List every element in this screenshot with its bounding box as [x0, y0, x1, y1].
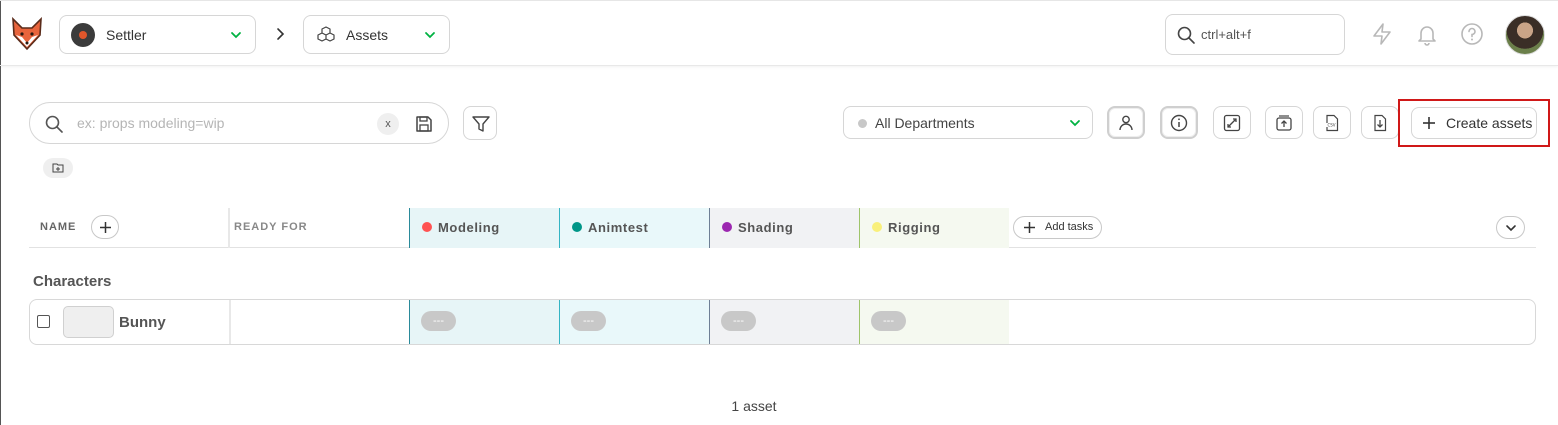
task-color-dot [572, 222, 582, 232]
assignees-toggle-button[interactable] [1107, 106, 1145, 139]
clear-search-button[interactable]: x [377, 113, 399, 135]
asset-search-box: x [29, 102, 449, 144]
section-name: Assets [346, 26, 389, 43]
task-column-shading[interactable]: Shading [709, 208, 859, 248]
task-status-cell-shading[interactable]: --- [709, 300, 859, 344]
status-pill[interactable]: --- [871, 311, 906, 331]
column-header-ready-for[interactable]: READY FOR [228, 208, 409, 248]
task-status-cell-modeling[interactable]: --- [409, 300, 559, 344]
expand-view-button[interactable] [1213, 106, 1251, 139]
task-status-cell-rigging[interactable]: --- [859, 300, 1009, 344]
asset-search-input[interactable] [77, 113, 377, 133]
asset-count: 1 asset [731, 398, 777, 414]
task-status-cell-animtest[interactable]: --- [559, 300, 709, 344]
info-toggle-button[interactable] [1160, 106, 1198, 139]
add-tasks-button[interactable]: Add tasks [1013, 216, 1102, 239]
chevron-down-icon [1506, 225, 1516, 232]
plus-icon [1024, 222, 1035, 233]
maximize-icon [1223, 114, 1241, 131]
department-label: All Departments [875, 114, 975, 131]
task-column-modeling[interactable]: Modeling [409, 208, 559, 248]
create-assets-label: Create assets [1446, 115, 1533, 131]
status-pill[interactable]: --- [421, 311, 456, 331]
status-pill[interactable]: --- [571, 311, 606, 331]
table-header: NAME READY FOR Modeling Animtest Shading… [29, 208, 1536, 248]
asset-thumbnail[interactable] [63, 306, 114, 338]
table-row[interactable]: Bunny --- --- --- --- [29, 299, 1536, 345]
save-search-folder-button[interactable] [43, 158, 73, 178]
global-search-hint: ctrl+alt+f [1201, 27, 1251, 42]
search-icon [45, 115, 63, 133]
plus-icon [1423, 117, 1435, 129]
group-title: Characters [33, 273, 112, 290]
chevron-down-icon [425, 32, 435, 39]
chevron-down-icon [1070, 120, 1080, 127]
svg-text:CSV: CSV [1327, 122, 1335, 127]
folder-plus-icon [52, 163, 64, 173]
plus-icon [100, 222, 111, 233]
help-icon[interactable] [1460, 22, 1484, 46]
toggle-columns-button[interactable] [1496, 216, 1525, 239]
column-header-name[interactable]: NAME [40, 221, 76, 233]
lightning-icon[interactable] [1370, 22, 1394, 46]
avatar[interactable] [1505, 15, 1545, 55]
ready-for-cell[interactable] [229, 300, 410, 344]
add-tasks-label: Add tasks [1045, 221, 1094, 233]
task-column-rigging[interactable]: Rigging [859, 208, 1009, 248]
bell-icon[interactable] [1415, 22, 1439, 46]
task-color-dot [722, 222, 732, 232]
search-icon [1177, 26, 1195, 44]
funnel-icon [472, 116, 490, 132]
production-selector[interactable]: Settler [59, 15, 256, 54]
chevron-right-icon [277, 28, 285, 40]
create-assets-button[interactable]: Create assets [1411, 107, 1537, 139]
task-column-label: Animtest [588, 220, 649, 235]
import-csv-button[interactable]: CSV [1313, 106, 1351, 139]
row-checkbox[interactable] [37, 315, 50, 328]
status-pill[interactable]: --- [721, 311, 756, 331]
task-color-dot [872, 222, 882, 232]
info-icon [1170, 114, 1188, 131]
filter-button[interactable] [463, 106, 497, 140]
department-dot [858, 119, 867, 128]
download-file-icon [1374, 114, 1387, 131]
task-color-dot [422, 222, 432, 232]
section-selector[interactable]: Assets [303, 15, 450, 54]
department-filter-select[interactable]: All Departments [843, 106, 1093, 139]
task-column-label: Modeling [438, 220, 500, 235]
fox-logo-icon[interactable] [10, 17, 44, 51]
chevron-down-icon [231, 32, 241, 39]
production-thumbnail [71, 23, 95, 47]
global-search-input[interactable]: ctrl+alt+f [1165, 14, 1345, 55]
asset-name[interactable]: Bunny [119, 314, 166, 331]
export-csv-button[interactable] [1361, 106, 1399, 139]
upload-thumbnails-button[interactable] [1265, 106, 1303, 139]
cubes-icon [317, 26, 335, 42]
production-name: Settler [106, 26, 147, 43]
task-column-label: Rigging [888, 220, 941, 235]
add-metadata-column-button[interactable] [91, 215, 119, 239]
image-upload-icon [1276, 114, 1292, 131]
save-icon[interactable] [414, 114, 434, 134]
top-bar: Settler Assets ctrl+alt+f [0, 0, 1558, 66]
task-column-label: Shading [738, 220, 794, 235]
person-icon [1119, 115, 1133, 130]
task-column-animtest[interactable]: Animtest [559, 208, 709, 248]
csv-file-icon: CSV [1326, 114, 1339, 131]
